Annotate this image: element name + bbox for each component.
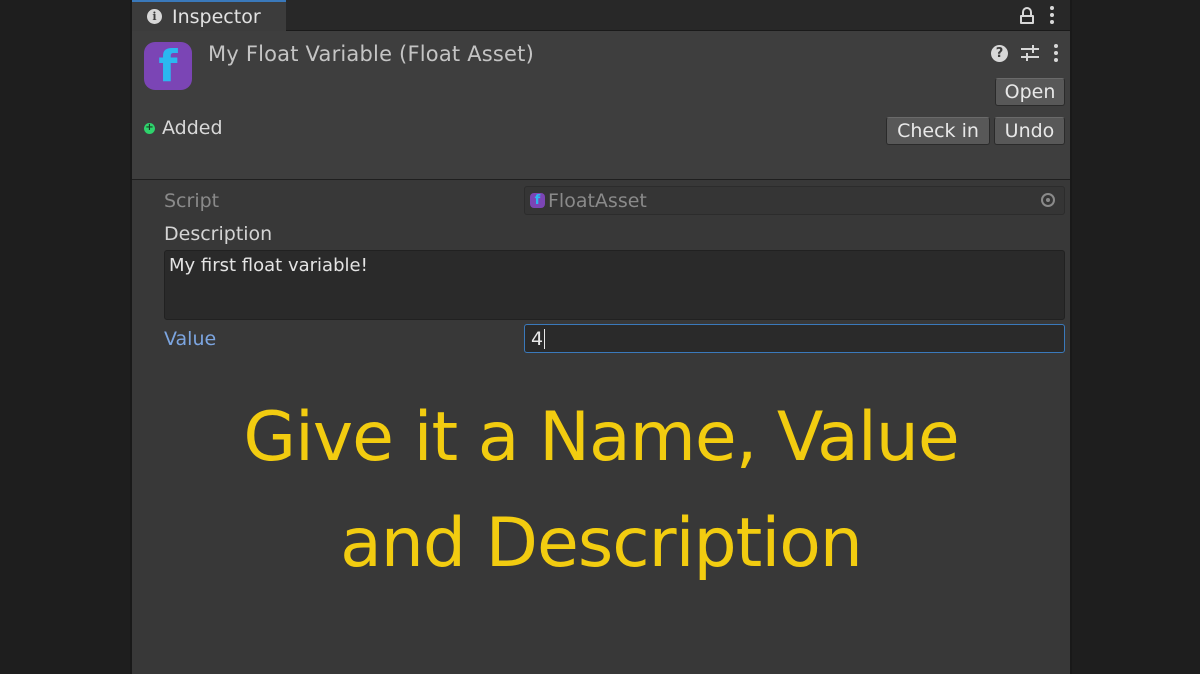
asset-header: f My Float Variable (Float Asset) ? Open… bbox=[132, 31, 1070, 180]
check-in-button[interactable]: Check in bbox=[886, 117, 990, 145]
header-tools: ? bbox=[991, 42, 1060, 64]
script-name: FloatAsset bbox=[548, 189, 647, 212]
asset-title: My Float Variable (Float Asset) bbox=[208, 42, 534, 66]
info-icon: i bbox=[147, 9, 162, 24]
undo-button[interactable]: Undo bbox=[994, 117, 1065, 145]
asset-icon-glyph: f bbox=[158, 41, 178, 92]
preset-icon[interactable] bbox=[1021, 45, 1039, 61]
text-caret bbox=[544, 328, 546, 349]
caption-line-2: and Description bbox=[340, 504, 863, 583]
description-textarea[interactable]: My first float variable! bbox=[164, 250, 1065, 320]
value-label[interactable]: Value bbox=[164, 328, 216, 350]
more-icon[interactable] bbox=[1048, 4, 1056, 26]
tab-tools bbox=[1020, 4, 1056, 26]
vcs-status: + Added bbox=[144, 117, 223, 139]
description-label: Description bbox=[164, 223, 273, 245]
script-field: f FloatAsset bbox=[524, 186, 1065, 215]
tab-bar: i Inspector bbox=[132, 0, 1070, 31]
value-text: 4 bbox=[531, 327, 544, 350]
script-label: Script bbox=[164, 190, 220, 212]
help-icon[interactable]: ? bbox=[991, 44, 1008, 62]
vcs-status-label: Added bbox=[162, 117, 223, 139]
tab-inspector[interactable]: i Inspector bbox=[132, 0, 286, 31]
more-icon[interactable] bbox=[1052, 42, 1060, 64]
value-input[interactable]: 4 bbox=[524, 324, 1065, 353]
caption-line-1: Give it a Name, Value bbox=[243, 398, 959, 477]
lock-icon[interactable] bbox=[1020, 5, 1034, 25]
open-button[interactable]: Open bbox=[995, 78, 1065, 106]
object-picker-icon[interactable] bbox=[1041, 193, 1055, 207]
inspector-window: i Inspector f My Float Variable (Float A… bbox=[130, 0, 1072, 674]
tab-label: Inspector bbox=[172, 5, 261, 28]
float-asset-icon: f bbox=[144, 42, 192, 90]
added-icon: + bbox=[144, 122, 155, 134]
script-asset-icon: f bbox=[530, 193, 545, 208]
